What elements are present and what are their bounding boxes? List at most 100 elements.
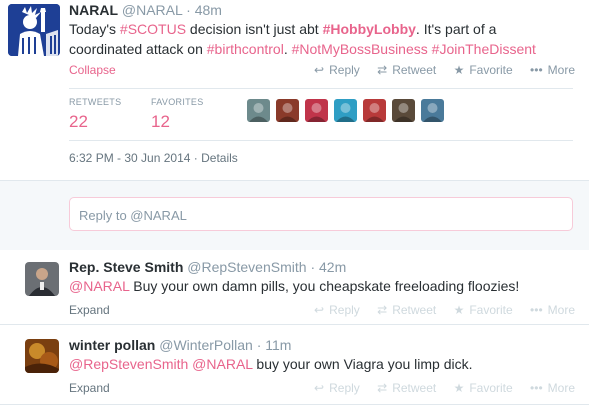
- star-icon: ★: [453, 303, 465, 317]
- tweet-text: @RepStevenSmith @NARAL buy your own Viag…: [69, 356, 473, 372]
- steve-smith-avatar[interactable]: [25, 262, 59, 296]
- reply-tweet[interactable]: Rep. Steve Smith @RepStevenSmith · 42m @…: [0, 250, 589, 325]
- tweet-time[interactable]: 42m: [319, 259, 346, 275]
- retweet-icon: ⇄: [377, 63, 388, 77]
- reply-label: Reply: [329, 381, 360, 395]
- expanded-tweet: NARAL @NARAL · 48m Today's #SCOTUS decis…: [0, 0, 589, 180]
- reply-header: winter pollan @WinterPollan · 11m: [69, 337, 291, 353]
- ellipsis-icon: •••: [530, 63, 543, 77]
- hashtag-link[interactable]: #HobbyLobby: [323, 21, 416, 37]
- favoriter-avatar[interactable]: [363, 99, 386, 122]
- statue-of-liberty-icon: [8, 4, 60, 56]
- reply-label: Reply: [329, 303, 360, 317]
- tweet-timestamp: 6:32 PM - 30 Jun 2014 · Details: [69, 151, 238, 165]
- author-name[interactable]: winter pollan: [69, 337, 155, 353]
- author-handle[interactable]: @RepStevenSmith: [187, 259, 306, 275]
- reply-arrow-icon: ↩: [314, 303, 325, 317]
- favoriter-avatar[interactable]: [334, 99, 357, 122]
- timestamp-text[interactable]: 6:32 PM - 30 Jun 2014: [69, 151, 190, 165]
- mention-link[interactable]: @NARAL: [192, 356, 252, 372]
- favorite-action[interactable]: ★ Favorite: [454, 303, 513, 317]
- tweet-time[interactable]: 11m: [265, 337, 291, 353]
- separator: ·: [186, 2, 191, 18]
- reply-placeholder: Reply to @NARAL: [79, 208, 187, 223]
- retweet-action[interactable]: ⇄ Retweet: [377, 63, 436, 77]
- reply-input[interactable]: Reply to @NARAL: [69, 197, 573, 231]
- favorites-label: FAVORITES: [151, 97, 204, 107]
- expand-link[interactable]: Expand: [69, 303, 110, 317]
- favorite-label: Favorite: [469, 303, 513, 317]
- retweets-count: 22: [69, 112, 88, 131]
- hashtag-link[interactable]: #NotMyBossBusiness: [292, 41, 428, 57]
- favorite-label: Favorite: [469, 63, 513, 77]
- separator: ·: [256, 337, 262, 353]
- hashtag-link[interactable]: #SCOTUS: [120, 21, 186, 37]
- favorite-label: Favorite: [469, 381, 513, 395]
- reply-action[interactable]: ↩ Reply: [314, 303, 360, 317]
- winter-pollan-avatar[interactable]: [25, 339, 59, 373]
- retweet-label: Retweet: [392, 303, 437, 317]
- author-name[interactable]: NARAL: [69, 2, 118, 18]
- tweet-time[interactable]: 48m: [195, 2, 222, 18]
- retweet-label: Retweet: [392, 63, 437, 77]
- reply-action[interactable]: ↩ Reply: [314, 381, 360, 395]
- retweet-label: Retweet: [392, 381, 437, 395]
- tweet-actions: ↩ Reply ⇄ Retweet ★ Favorite ••• More: [300, 303, 575, 317]
- more-label: More: [547, 63, 575, 77]
- reply-header: Rep. Steve Smith @RepStevenSmith · 42m: [69, 259, 346, 275]
- author-handle[interactable]: @NARAL: [122, 2, 182, 18]
- ellipsis-icon: •••: [530, 381, 543, 395]
- portrait-icon: [25, 262, 59, 296]
- reply-tweet[interactable]: winter pollan @WinterPollan · 11m @RepSt…: [0, 325, 589, 405]
- text-segment: decision isn't just abt: [186, 21, 323, 37]
- divider: [69, 88, 573, 89]
- tweet-header: NARAL @NARAL · 48m: [69, 2, 222, 18]
- more-action[interactable]: ••• More: [530, 381, 575, 395]
- details-link[interactable]: Details: [201, 151, 238, 165]
- tweet-text: Today's #SCOTUS decision isn't just abt …: [69, 19, 569, 59]
- tweet-text: @NARAL Buy your own damn pills, you chea…: [69, 278, 519, 294]
- hashtag-link[interactable]: #JoinTheDissent: [432, 41, 536, 57]
- reply-arrow-icon: ↩: [314, 381, 325, 395]
- retweet-icon: ⇄: [377, 303, 388, 317]
- favoriter-avatar[interactable]: [305, 99, 328, 122]
- star-icon: ★: [453, 63, 465, 77]
- favorite-action[interactable]: ★ Favorite: [454, 63, 513, 77]
- tweet-actions: ↩ Reply ⇄ Retweet ★ Favorite ••• More: [300, 381, 575, 395]
- hashtag-link[interactable]: #birthcontrol: [207, 41, 284, 57]
- divider: [69, 140, 573, 141]
- favoriter-avatar[interactable]: [392, 99, 415, 122]
- text-segment: Buy your own damn pills, you cheapskate …: [129, 278, 520, 294]
- more-action[interactable]: ••• More: [530, 303, 575, 317]
- star-icon: ★: [453, 381, 465, 395]
- text-segment: .: [283, 41, 292, 57]
- author-handle[interactable]: @WinterPollan: [159, 337, 253, 353]
- favoriter-avatar[interactable]: [247, 99, 270, 122]
- collapse-link[interactable]: Collapse: [69, 63, 116, 77]
- retweets-label: RETWEETS: [69, 97, 122, 107]
- mention-link[interactable]: @NARAL: [69, 278, 129, 294]
- reply-area: Reply to @NARAL: [0, 180, 589, 251]
- more-action[interactable]: ••• More: [530, 63, 575, 77]
- more-label: More: [547, 381, 575, 395]
- separator: ·: [310, 259, 316, 275]
- retweet-action[interactable]: ⇄ Retweet: [377, 303, 436, 317]
- retweet-icon: ⇄: [377, 381, 388, 395]
- author-name[interactable]: Rep. Steve Smith: [69, 259, 183, 275]
- text-segment: Today's: [69, 21, 120, 37]
- text-segment: buy your own Viagra you limp dick.: [252, 356, 473, 372]
- naral-avatar[interactable]: [8, 4, 60, 56]
- expand-link[interactable]: Expand: [69, 381, 110, 395]
- favorite-action[interactable]: ★ Favorite: [454, 381, 513, 395]
- retweets-stat[interactable]: RETWEETS 22: [69, 97, 121, 132]
- more-label: More: [547, 303, 575, 317]
- portrait-icon: [25, 339, 59, 373]
- ellipsis-icon: •••: [530, 303, 543, 317]
- favoriter-avatar[interactable]: [276, 99, 299, 122]
- favorites-count: 12: [151, 112, 170, 131]
- favoriter-avatar[interactable]: [421, 99, 444, 122]
- mention-link[interactable]: @RepStevenSmith: [69, 356, 188, 372]
- retweet-action[interactable]: ⇄ Retweet: [377, 381, 436, 395]
- favorites-stat[interactable]: FAVORITES 12: [151, 97, 204, 132]
- reply-action[interactable]: ↩ Reply: [314, 63, 360, 77]
